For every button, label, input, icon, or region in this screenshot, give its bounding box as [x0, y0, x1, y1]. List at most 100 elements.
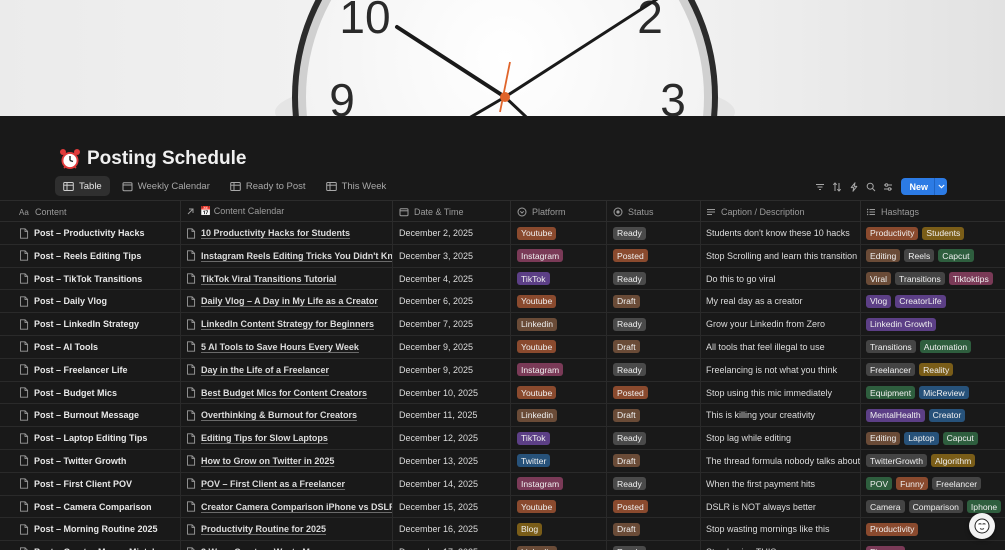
status-cell[interactable]: Posted	[607, 495, 701, 518]
platform-cell[interactable]: Twitter	[511, 449, 607, 472]
status-cell[interactable]: Ready	[607, 541, 701, 550]
content-cell[interactable]: Post – LinkedIn Strategy	[18, 313, 181, 336]
content-cell[interactable]: Post – Freelancer Life	[18, 358, 181, 381]
table-row[interactable]: Post – Creator Money Mistakes3 Ways Crea…	[0, 541, 1005, 550]
calendar-relation-link[interactable]: TikTok Viral Transitions Tutorial	[201, 274, 336, 284]
content-cell[interactable]: Post – Reels Editing Tips	[18, 244, 181, 267]
calendar-relation-link[interactable]: Creator Camera Comparison iPhone vs DSLR	[201, 502, 392, 512]
caption-cell[interactable]: Stop buying THIS	[701, 541, 861, 550]
date-cell[interactable]: December 15, 2025	[393, 495, 511, 518]
caption-cell[interactable]: All tools that feel illegal to use	[701, 335, 861, 358]
caption-cell[interactable]: Freelancing is not what you think	[701, 358, 861, 381]
hashtags-cell[interactable]: Finance	[861, 541, 1005, 550]
content-cell[interactable]: Post – Creator Money Mistakes	[18, 541, 181, 550]
calendar-relation-link[interactable]: How to Grow on Twitter in 2025	[201, 456, 334, 466]
platform-cell[interactable]: Youtube	[511, 381, 607, 404]
table-row[interactable]: Post – Freelancer Life Day in the Life of…	[0, 358, 1005, 382]
status-cell[interactable]: Ready	[607, 358, 701, 381]
calendar-relation-cell[interactable]: Day in the Life of a Freelancer	[181, 358, 393, 381]
status-cell[interactable]: Draft	[607, 449, 701, 472]
hashtags-cell[interactable]: Editing Reels Capcut	[861, 245, 1005, 267]
platform-cell[interactable]: Instagram	[511, 358, 607, 381]
date-cell[interactable]: December 7, 2025	[393, 313, 511, 336]
content-cell[interactable]: Post – Budget Mics	[18, 381, 181, 404]
calendar-relation-link[interactable]: Best Budget Mics for Content Creators	[201, 388, 367, 398]
status-cell[interactable]: Ready	[607, 427, 701, 450]
caption-cell[interactable]: Stop wasting mornings like this	[701, 518, 861, 541]
calendar-relation-link[interactable]: LinkedIn Content Strategy for Beginners	[201, 319, 374, 329]
caption-cell[interactable]: This is killing your creativity	[701, 404, 861, 427]
content-cell[interactable]: Post – Daily Vlog	[18, 290, 181, 313]
hashtags-cell[interactable]: MentalHealth Creator	[861, 404, 1005, 426]
date-cell[interactable]: December 6, 2025	[393, 290, 511, 313]
table-row[interactable]: Post – LinkedIn Strategy LinkedIn Content…	[0, 313, 1005, 336]
caption-cell[interactable]: Stop using this mic immediately	[701, 381, 861, 404]
table-row[interactable]: Post – TikTok Transitions TikTok Viral Tr…	[0, 267, 1005, 291]
column-header-platform[interactable]: Platform	[511, 201, 607, 222]
status-cell[interactable]: Ready	[607, 472, 701, 495]
calendar-relation-cell[interactable]: Daily Vlog – A Day in My Life as a Creat…	[181, 290, 393, 313]
date-cell[interactable]: December 4, 2025	[393, 267, 511, 290]
calendar-relation-cell[interactable]: Editing Tips for Slow Laptops	[181, 427, 393, 450]
hashtags-cell[interactable]: Freelancer Reality	[861, 359, 1005, 381]
table-row[interactable]: Post – Reels Editing Tips Instagram Reels…	[0, 244, 1005, 268]
search-button[interactable]	[862, 178, 879, 195]
content-cell[interactable]: Post – First Client POV	[18, 472, 181, 495]
calendar-relation-cell[interactable]: TikTok Viral Transitions Tutorial	[181, 267, 393, 290]
platform-cell[interactable]: Linkedin	[511, 541, 607, 550]
content-cell[interactable]: Post – AI Tools	[18, 335, 181, 358]
tab-ready-to-post[interactable]: Ready to Post	[222, 176, 314, 196]
status-cell[interactable]: Posted	[607, 381, 701, 404]
hashtags-cell[interactable]: Productivity Students	[861, 222, 1005, 244]
hashtags-cell[interactable]: Linkedin Growth	[861, 313, 1005, 335]
status-cell[interactable]: Draft	[607, 404, 701, 427]
date-cell[interactable]: December 9, 2025	[393, 358, 511, 381]
status-cell[interactable]: Posted	[607, 244, 701, 267]
caption-cell[interactable]: When the first payment hits	[701, 472, 861, 495]
calendar-relation-link[interactable]: POV – First Client as a Freelancer	[201, 479, 345, 489]
date-cell[interactable]: December 14, 2025	[393, 472, 511, 495]
column-header-status[interactable]: Status	[607, 201, 701, 222]
settings-button[interactable]	[879, 178, 896, 195]
column-header-caption[interactable]: Caption / Description	[701, 201, 861, 222]
status-cell[interactable]: Ready	[607, 222, 701, 244]
date-cell[interactable]: December 10, 2025	[393, 381, 511, 404]
hashtags-cell[interactable]: Transitions Automation	[861, 336, 1005, 358]
automation-button[interactable]	[845, 178, 862, 195]
caption-cell[interactable]: The thread formula nobody talks about	[701, 449, 861, 472]
calendar-relation-link[interactable]: 10 Productivity Hacks for Students	[201, 228, 350, 238]
platform-cell[interactable]: Linkedin	[511, 313, 607, 336]
content-cell[interactable]: Post – TikTok Transitions	[18, 267, 181, 290]
caption-cell[interactable]: My real day as a creator	[701, 290, 861, 313]
caption-cell[interactable]: Stop lag while editing	[701, 427, 861, 450]
hashtags-cell[interactable]: Editing Laptop Capcut	[861, 427, 1005, 449]
tab-table[interactable]: Table	[55, 176, 110, 196]
table-row[interactable]: Post – Morning Routine 2025 Productivity …	[0, 518, 1005, 542]
table-row[interactable]: Post – Productivity Hacks 10 Productivity…	[0, 222, 1005, 245]
hashtags-cell[interactable]: TwitterGrowth Algorithm	[861, 450, 1005, 472]
content-cell[interactable]: Post – Twitter Growth	[18, 449, 181, 472]
date-cell[interactable]: December 16, 2025	[393, 518, 511, 541]
date-cell[interactable]: December 2, 2025	[393, 222, 511, 244]
hashtags-cell[interactable]: POV Funny Freelancer	[861, 473, 1005, 495]
content-cell[interactable]: Post – Camera Comparison	[18, 495, 181, 518]
calendar-relation-link[interactable]: Day in the Life of a Freelancer	[201, 365, 329, 375]
help-button[interactable]	[969, 513, 995, 539]
content-cell[interactable]: Post – Productivity Hacks	[18, 222, 181, 244]
platform-cell[interactable]: Instagram	[511, 244, 607, 267]
status-cell[interactable]: Draft	[607, 335, 701, 358]
date-cell[interactable]: December 17, 2025	[393, 541, 511, 550]
hashtags-cell[interactable]: Equipment MicReview	[861, 382, 1005, 404]
calendar-relation-cell[interactable]: 5 AI Tools to Save Hours Every Week	[181, 335, 393, 358]
column-header-content[interactable]: Aa Content	[18, 201, 181, 222]
table-row[interactable]: Post – Camera Comparison Creator Camera C…	[0, 495, 1005, 519]
calendar-relation-cell[interactable]: Productivity Routine for 2025	[181, 518, 393, 541]
platform-cell[interactable]: TikTok	[511, 267, 607, 290]
date-cell[interactable]: December 12, 2025	[393, 427, 511, 450]
column-header-hashtags[interactable]: Hashtags	[861, 201, 1005, 222]
date-cell[interactable]: December 9, 2025	[393, 335, 511, 358]
date-cell[interactable]: December 11, 2025	[393, 404, 511, 427]
calendar-relation-cell[interactable]: Best Budget Mics for Content Creators	[181, 381, 393, 404]
calendar-relation-cell[interactable]: LinkedIn Content Strategy for Beginners	[181, 313, 393, 336]
table-row[interactable]: Post – Laptop Editing Tips Editing Tips f…	[0, 427, 1005, 450]
